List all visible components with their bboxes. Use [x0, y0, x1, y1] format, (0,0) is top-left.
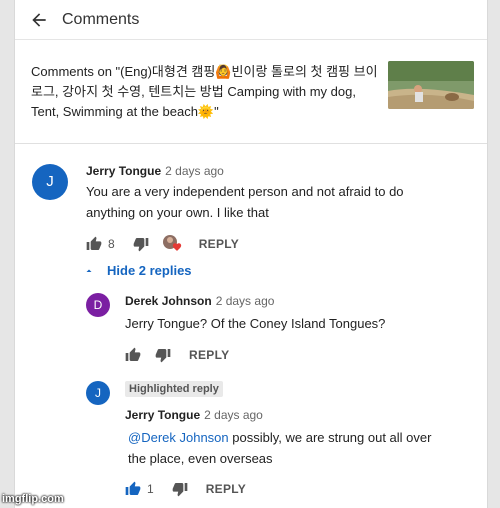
like-icon[interactable]	[86, 236, 102, 252]
mention-link[interactable]: @Derek Johnson	[128, 430, 229, 445]
reply-button[interactable]: REPLY	[189, 348, 229, 362]
reply-time: 2 days ago	[215, 294, 275, 308]
like-count: 8	[108, 237, 115, 251]
reply-text: @Derek Johnson possibly, we are strung o…	[128, 427, 448, 469]
dislike-icon[interactable]	[172, 481, 188, 497]
reply-button[interactable]: REPLY	[206, 482, 246, 496]
reply-time: 2 days ago	[204, 408, 263, 422]
comment-author[interactable]: Jerry Tongue	[86, 164, 161, 178]
reply-actions: 1 REPLY	[125, 479, 246, 499]
comment-text: You are a very independent person and no…	[86, 184, 404, 220]
video-info: Comments on "(Eng)대형견 캠핑🙆빈이랑 톨로의 첫 캠핑 브이…	[15, 48, 487, 140]
reply-actions: REPLY	[125, 345, 229, 365]
like-icon-active[interactable]	[125, 481, 141, 497]
chevron-up-icon	[86, 269, 92, 272]
comment-actions: 8 REPLY	[86, 234, 239, 254]
reply-text: Jerry Tongue? Of the Coney Island Tongue…	[125, 316, 386, 331]
comment-author-line: Jerry Tongue 2 days ago	[86, 164, 224, 178]
creator-heart-icon	[162, 235, 183, 253]
dislike-icon[interactable]	[133, 236, 149, 252]
reply-author[interactable]: Jerry Tongue	[125, 408, 200, 422]
reply-author[interactable]: Derek Johnson	[125, 294, 212, 308]
avatar[interactable]: J	[86, 381, 110, 405]
back-arrow-icon[interactable]	[29, 10, 49, 30]
video-thumbnail[interactable]	[388, 61, 474, 109]
like-count: 1	[147, 482, 154, 496]
reply-author-line: Jerry Tongue 2 days ago	[125, 408, 263, 422]
video-title: Comments on "(Eng)대형견 캠핑🙆빈이랑 톨로의 첫 캠핑 브이…	[31, 64, 378, 119]
watermark: imgflip.com	[2, 493, 64, 505]
reply-button[interactable]: REPLY	[199, 237, 239, 251]
hide-replies-toggle[interactable]: Hide 2 replies	[83, 263, 192, 278]
reply-author-line: Derek Johnson 2 days ago	[125, 294, 274, 308]
avatar[interactable]: J	[32, 164, 68, 200]
divider	[15, 143, 487, 144]
dislike-icon[interactable]	[155, 347, 171, 363]
comment-time: 2 days ago	[165, 164, 224, 178]
highlighted-reply-badge: Highlighted reply	[125, 381, 223, 397]
comments-panel: Comments Comments on "(Eng)대형견 캠핑🙆빈이랑 톨로…	[14, 0, 488, 508]
avatar[interactable]: D	[86, 293, 110, 317]
page-title: Comments	[62, 11, 140, 28]
hide-replies-label: Hide 2 replies	[107, 263, 192, 278]
header-bar: Comments	[15, 0, 487, 40]
like-icon[interactable]	[125, 347, 141, 363]
